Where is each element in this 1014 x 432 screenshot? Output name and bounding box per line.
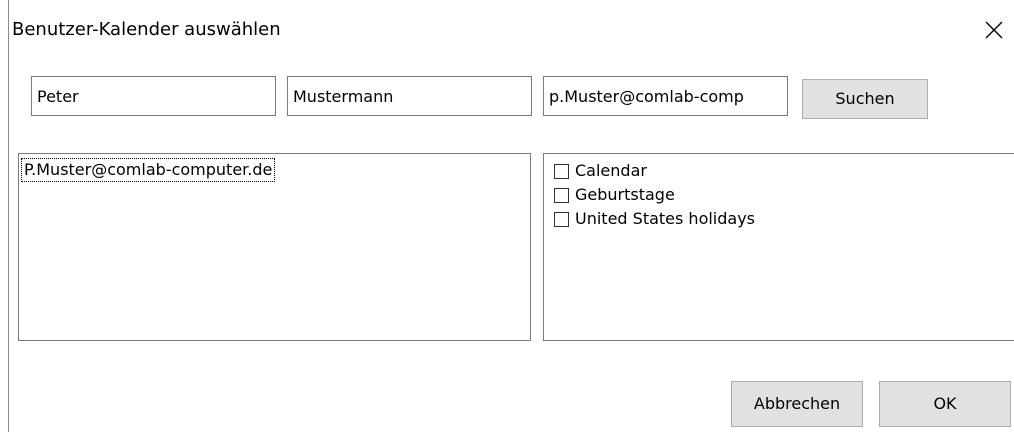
cancel-button[interactable]: Abbrechen xyxy=(731,381,863,427)
user-list[interactable]: P.Muster@comlab-computer.de xyxy=(18,153,531,341)
dialog-title: Benutzer-Kalender auswählen xyxy=(12,19,281,40)
search-button[interactable]: Suchen xyxy=(802,79,928,119)
calendar-label: Geburtstage xyxy=(575,185,675,204)
calendar-label: United States holidays xyxy=(575,209,756,228)
calendar-checklist[interactable]: Calendar Geburtstage United States holid… xyxy=(543,153,1014,341)
calendar-item-geburtstage[interactable]: Geburtstage xyxy=(554,183,1014,207)
list-item-user[interactable]: P.Muster@comlab-computer.de xyxy=(21,158,276,182)
checkbox[interactable] xyxy=(554,211,569,227)
calendar-item-calendar[interactable]: Calendar xyxy=(554,159,1014,183)
ok-button[interactable]: OK xyxy=(879,381,1011,427)
checkbox[interactable] xyxy=(554,163,569,179)
email-input[interactable] xyxy=(543,76,788,116)
calendar-item-us-holidays[interactable]: United States holidays xyxy=(554,207,1014,231)
select-user-calendar-dialog: Benutzer-Kalender auswählen Suchen P.Mus… xyxy=(0,0,1014,432)
first-name-input[interactable] xyxy=(31,76,276,116)
checkbox[interactable] xyxy=(554,187,569,203)
last-name-input[interactable] xyxy=(287,76,532,116)
close-button[interactable] xyxy=(980,16,1008,44)
calendar-label: Calendar xyxy=(575,161,647,180)
window-border xyxy=(8,0,9,432)
close-icon xyxy=(985,21,1003,39)
